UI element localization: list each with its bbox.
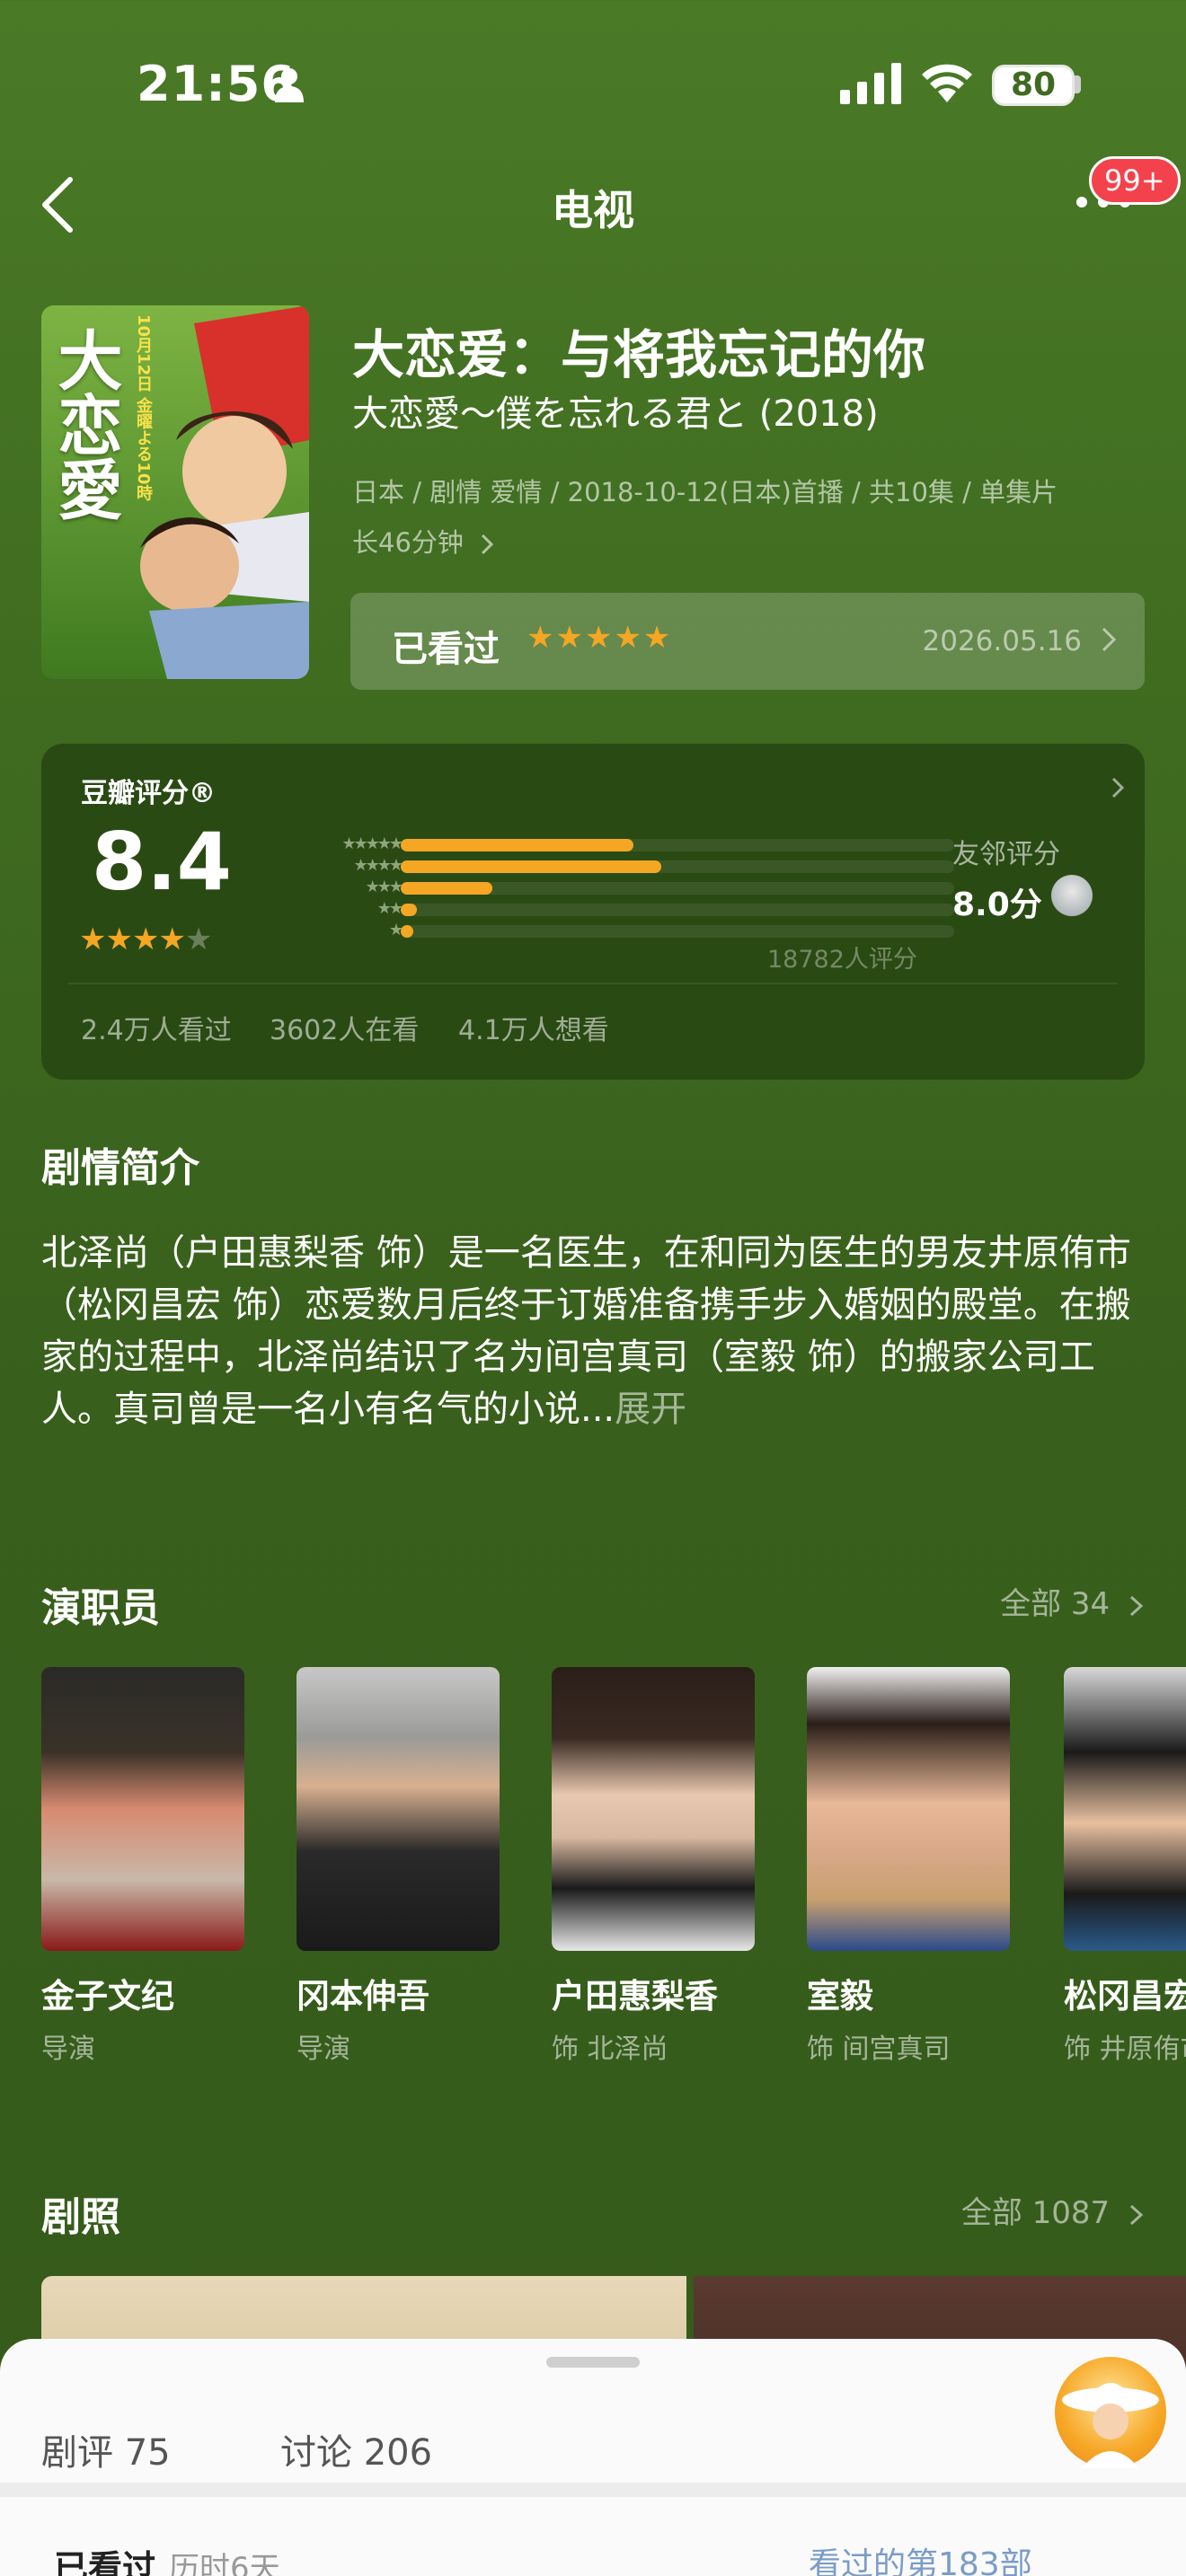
cellular-signal-icon	[840, 63, 901, 104]
rating-bar-track	[401, 904, 954, 916]
rating-distribution: ★★★★★ ★★★★ ★★★ ★★ ★	[248, 834, 958, 941]
cast-card[interactable]: 冈本伸吾 导演	[296, 1667, 500, 2066]
cast-card[interactable]: 松冈昌宏 饰 井原侑市	[1064, 1667, 1186, 2066]
stat-want: 4.1万人想看	[458, 1015, 609, 1046]
rating-bar-fill	[401, 839, 633, 851]
cast-photo	[552, 1667, 755, 1951]
cast-name: 冈本伸吾	[296, 1977, 429, 2016]
rating-stars: ★★★★★	[79, 922, 212, 957]
bottom-sheet[interactable]: 剧评 75 讨论 206 已看过 历时6天 看过的第183部	[0, 2339, 1186, 2576]
meta-line-2: 长46分钟	[352, 517, 1143, 568]
rating-count: 18782人评分	[767, 946, 917, 974]
cast-role: 导演	[296, 2033, 350, 2065]
cast-photo	[296, 1667, 500, 1951]
stat-watched: 2.4万人看过	[81, 1015, 232, 1046]
rating-bar-track	[401, 839, 954, 851]
rating-bar-fill	[401, 904, 418, 916]
stat-watching: 3602人在看	[270, 1015, 420, 1046]
poster-title-text: 大恋愛	[47, 327, 122, 521]
cast-name: 松冈昌宏	[1064, 1977, 1186, 2016]
friend-avatar[interactable]	[1051, 875, 1093, 916]
cast-name: 室毅	[807, 1977, 873, 2016]
page-title: 电视	[552, 186, 634, 234]
bar-star-label: ★★	[376, 899, 403, 918]
show-meta[interactable]: 日本 / 剧情 爱情 / 2018-10-12(日本)首播 / 共10集 / 单…	[352, 467, 1143, 568]
tab-reviews[interactable]: 剧评 75	[41, 2423, 171, 2475]
chevron-right-icon	[1102, 627, 1117, 652]
watched-status-bar[interactable]: 已看过 ★★★★★ 2026.05.16	[350, 593, 1145, 690]
divider	[0, 2483, 1186, 2497]
chevron-right-icon	[1129, 1595, 1144, 1616]
friend-rating-score: 8.0分	[952, 887, 1042, 923]
meta-line-1: 日本 / 剧情 爱情 / 2018-10-12(日本)首播 / 共10集 / 单…	[352, 477, 1058, 507]
show-original-title: 大恋愛～僕を忘れる君と (2018)	[352, 393, 879, 435]
rating-bar-row: ★★	[248, 898, 958, 920]
chevron-right-icon	[1111, 777, 1125, 798]
avatar-art	[1062, 2383, 1159, 2468]
my-rating-stars: ★★★★★	[527, 620, 673, 656]
rating-bar-fill	[401, 882, 492, 895]
sheet-watched-duration: 历时6天	[169, 2551, 280, 2576]
cast-title: 演职员	[41, 1585, 160, 1631]
cast-role: 导演	[41, 2033, 95, 2065]
notification-badge[interactable]: 99+	[1089, 156, 1181, 205]
bar-star-label: ★★★★	[353, 856, 403, 875]
cast-role: 饰 间宫真司	[807, 2033, 951, 2065]
rating-bar-track	[401, 925, 954, 938]
watched-label: 已看过	[392, 629, 500, 670]
user-avatar[interactable]	[1055, 2357, 1166, 2468]
rating-bar-row: ★★★	[248, 877, 958, 898]
battery-tip	[1075, 75, 1081, 93]
chevron-right-icon	[482, 534, 494, 555]
watched-count-link[interactable]: 看过的第183部	[809, 2538, 1032, 2576]
synopsis-title: 剧情简介	[41, 1145, 199, 1191]
synopsis-text: 北泽尚（户田惠梨香 饰）是一名医生，在和同为医生的男友井原侑市（松冈昌宏 饰）恋…	[41, 1232, 1131, 1430]
rating-bar-track	[401, 882, 954, 895]
watched-date: 2026.05.16	[922, 625, 1083, 657]
rating-title: 豆瓣评分®	[81, 778, 216, 809]
rating-bar-fill	[401, 860, 661, 873]
bar-star-label: ★	[388, 921, 403, 940]
cast-name: 金子文纪	[41, 1977, 174, 2016]
show-title: 大恋爱：与将我忘记的你	[352, 324, 926, 385]
rating-bar-fill	[401, 925, 413, 938]
cast-photo	[807, 1667, 1010, 1951]
stills-all-link[interactable]: 全部 1087	[961, 2188, 1145, 2232]
status-time: 21:56	[137, 56, 296, 112]
friend-rating-label: 友邻评分	[952, 839, 1060, 870]
cast-photo	[1064, 1667, 1186, 1951]
rating-bar-track	[401, 860, 954, 873]
wifi-icon	[922, 64, 972, 102]
rating-bar-row: ★	[248, 920, 958, 941]
poster-image[interactable]: 大恋愛 10月12日 金曜よる10時	[41, 305, 309, 679]
divider	[68, 983, 1118, 984]
battery-indicator: 80	[992, 65, 1075, 106]
sheet-watched-label: 已看过	[54, 2548, 157, 2576]
poster-date-text: 10月12日 金曜よる10時	[134, 314, 153, 501]
rating-bar-row: ★★★★★	[248, 834, 958, 855]
cast-role: 饰 北泽尚	[552, 2033, 668, 2065]
rating-bar-row: ★★★★	[248, 855, 958, 877]
sheet-handle[interactable]	[546, 2357, 640, 2368]
chevron-right-icon	[1129, 2204, 1144, 2225]
cast-card[interactable]: 户田惠梨香 饰 北泽尚	[552, 1667, 755, 2066]
bar-star-label: ★★★	[365, 878, 403, 896]
cast-name: 户田惠梨香	[552, 1977, 718, 2016]
cast-photo	[41, 1667, 244, 1951]
expand-link[interactable]: 展开	[615, 1389, 686, 1430]
back-arrow-icon[interactable]	[40, 176, 75, 234]
person-icon	[275, 68, 304, 102]
tab-discussions[interactable]: 讨论 206	[280, 2423, 432, 2475]
cast-all-link[interactable]: 全部 34	[1000, 1579, 1145, 1623]
douban-rating-card[interactable]: 豆瓣评分® 8.4 ★★★★★ ★★★★★ ★★★★ ★★★ ★★ ★ 18782人评分…	[41, 744, 1145, 1080]
rating-score: 8.4	[92, 816, 232, 908]
cast-role: 饰 井原侑市	[1064, 2033, 1186, 2065]
cast-card[interactable]: 金子文纪 导演	[41, 1667, 244, 2066]
bar-star-label: ★★★★★	[341, 834, 403, 853]
stills-title: 剧照	[41, 2194, 120, 2240]
cast-card[interactable]: 室毅 饰 间宫真司	[807, 1667, 1010, 2066]
